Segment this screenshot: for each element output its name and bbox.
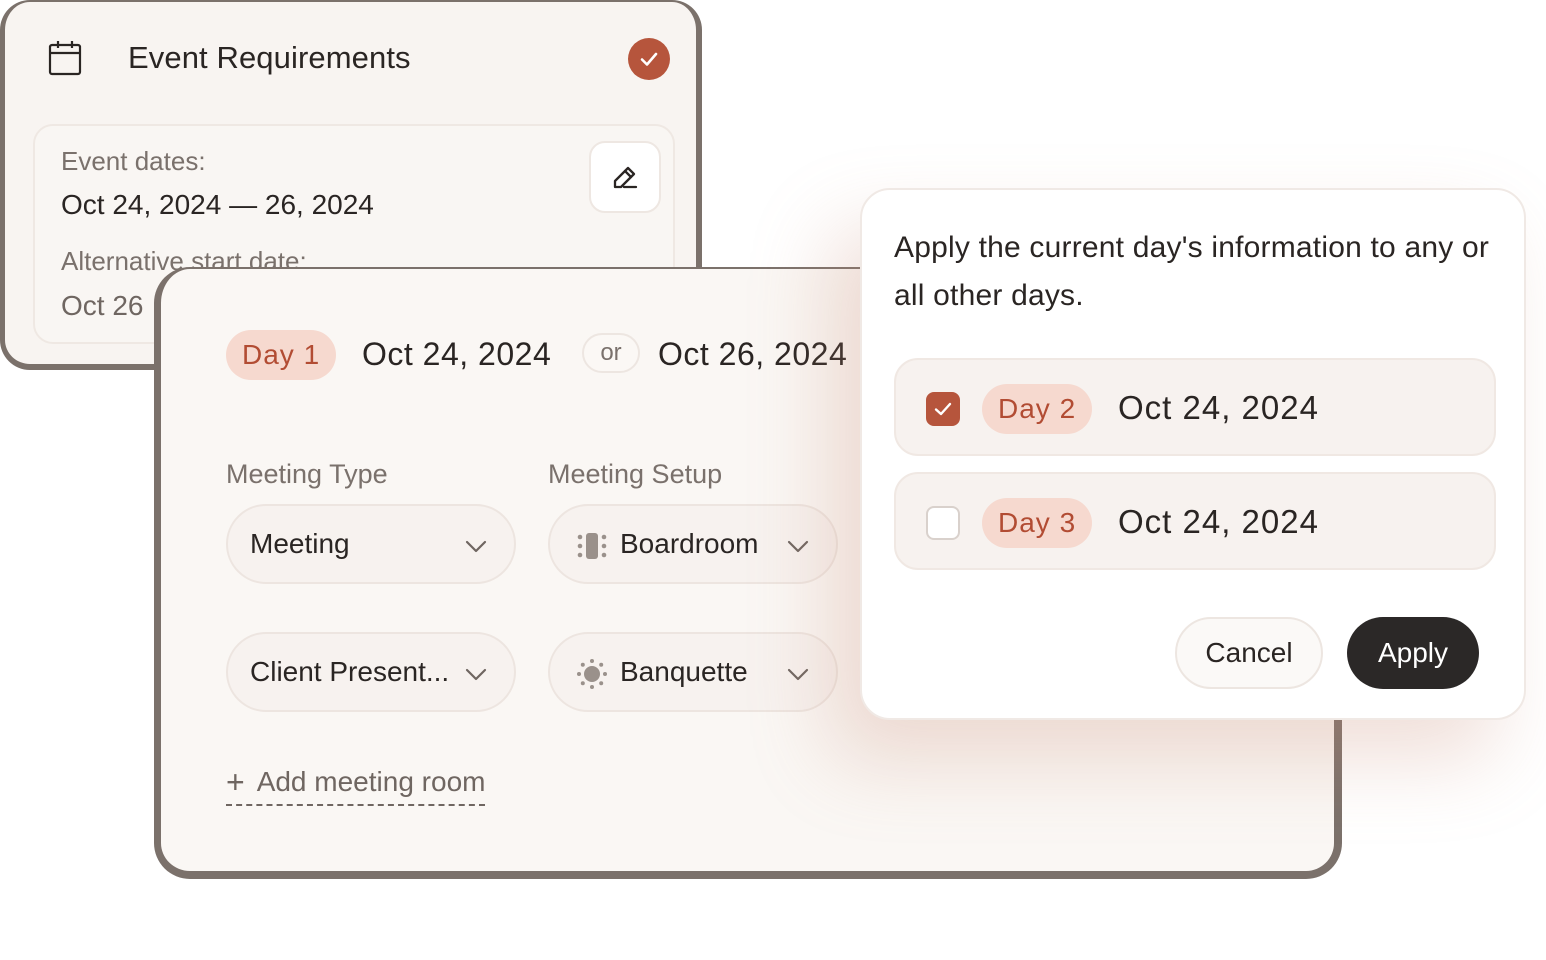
day-checkbox[interactable] (926, 506, 960, 540)
day-checkbox[interactable] (926, 392, 960, 426)
meeting-type-label: Meeting Type (226, 459, 388, 489)
event-requirements-title: Event Requirements (128, 40, 411, 75)
chevron-down-icon (787, 540, 809, 553)
meeting-setup-select[interactable]: Boardroom (548, 504, 838, 584)
event-requirements-header: Event Requirements (5, 2, 696, 122)
or-separator: or (582, 333, 640, 373)
plus-icon: + (226, 764, 245, 800)
alternative-day-date: Oct 26, 2024 (658, 336, 848, 372)
day-date: Oct 24, 2024 (362, 336, 552, 372)
check-circle-icon (628, 38, 670, 80)
meeting-type-select[interactable]: Client Present... (226, 632, 516, 712)
chevron-down-icon (787, 668, 809, 681)
add-meeting-room-label: Add meeting room (256, 766, 486, 797)
meeting-setup-label: Meeting Setup (548, 459, 723, 489)
chevron-down-icon (465, 668, 487, 681)
alternative-start-value: Oct 26 (61, 290, 144, 321)
meeting-setup-value: Banquette (620, 656, 748, 687)
add-meeting-room-link[interactable]: + Add meeting room (226, 764, 486, 806)
event-dates-label: Event dates: (61, 146, 206, 176)
meeting-type-select[interactable]: Meeting (226, 504, 516, 584)
day-badge: Day 2 (982, 384, 1093, 434)
day-option-row[interactable]: Day 2 Oct 24, 2024 (894, 358, 1496, 456)
day-badge: Day 3 (982, 498, 1093, 548)
apply-to-days-popover: Apply the current day's information to a… (860, 188, 1526, 720)
day-option-date: Oct 24, 2024 (1118, 503, 1319, 540)
chevron-down-icon (465, 540, 487, 553)
cancel-button[interactable]: Cancel (1175, 617, 1323, 689)
meeting-setup-select[interactable]: Banquette (548, 632, 838, 712)
popover-message: Apply the current day's information to a… (894, 231, 1490, 312)
meeting-type-value: Client Present... (250, 656, 450, 687)
day-option-date: Oct 24, 2024 (1118, 389, 1319, 426)
edit-dates-button[interactable] (589, 141, 661, 213)
boardroom-table-icon (577, 533, 607, 559)
banquet-round-table-icon (577, 659, 607, 689)
day-option-row[interactable]: Day 3 Oct 24, 2024 (894, 472, 1496, 570)
calendar-icon (48, 41, 82, 76)
apply-button[interactable]: Apply (1347, 617, 1479, 689)
meeting-setup-value: Boardroom (620, 528, 759, 559)
meeting-type-value: Meeting (250, 528, 350, 559)
day-badge: Day 1 (226, 330, 337, 380)
event-dates-value: Oct 24, 2024 — 26, 2024 (61, 189, 374, 220)
checkmark-icon (934, 402, 952, 416)
pencil-edit-icon (613, 166, 638, 189)
